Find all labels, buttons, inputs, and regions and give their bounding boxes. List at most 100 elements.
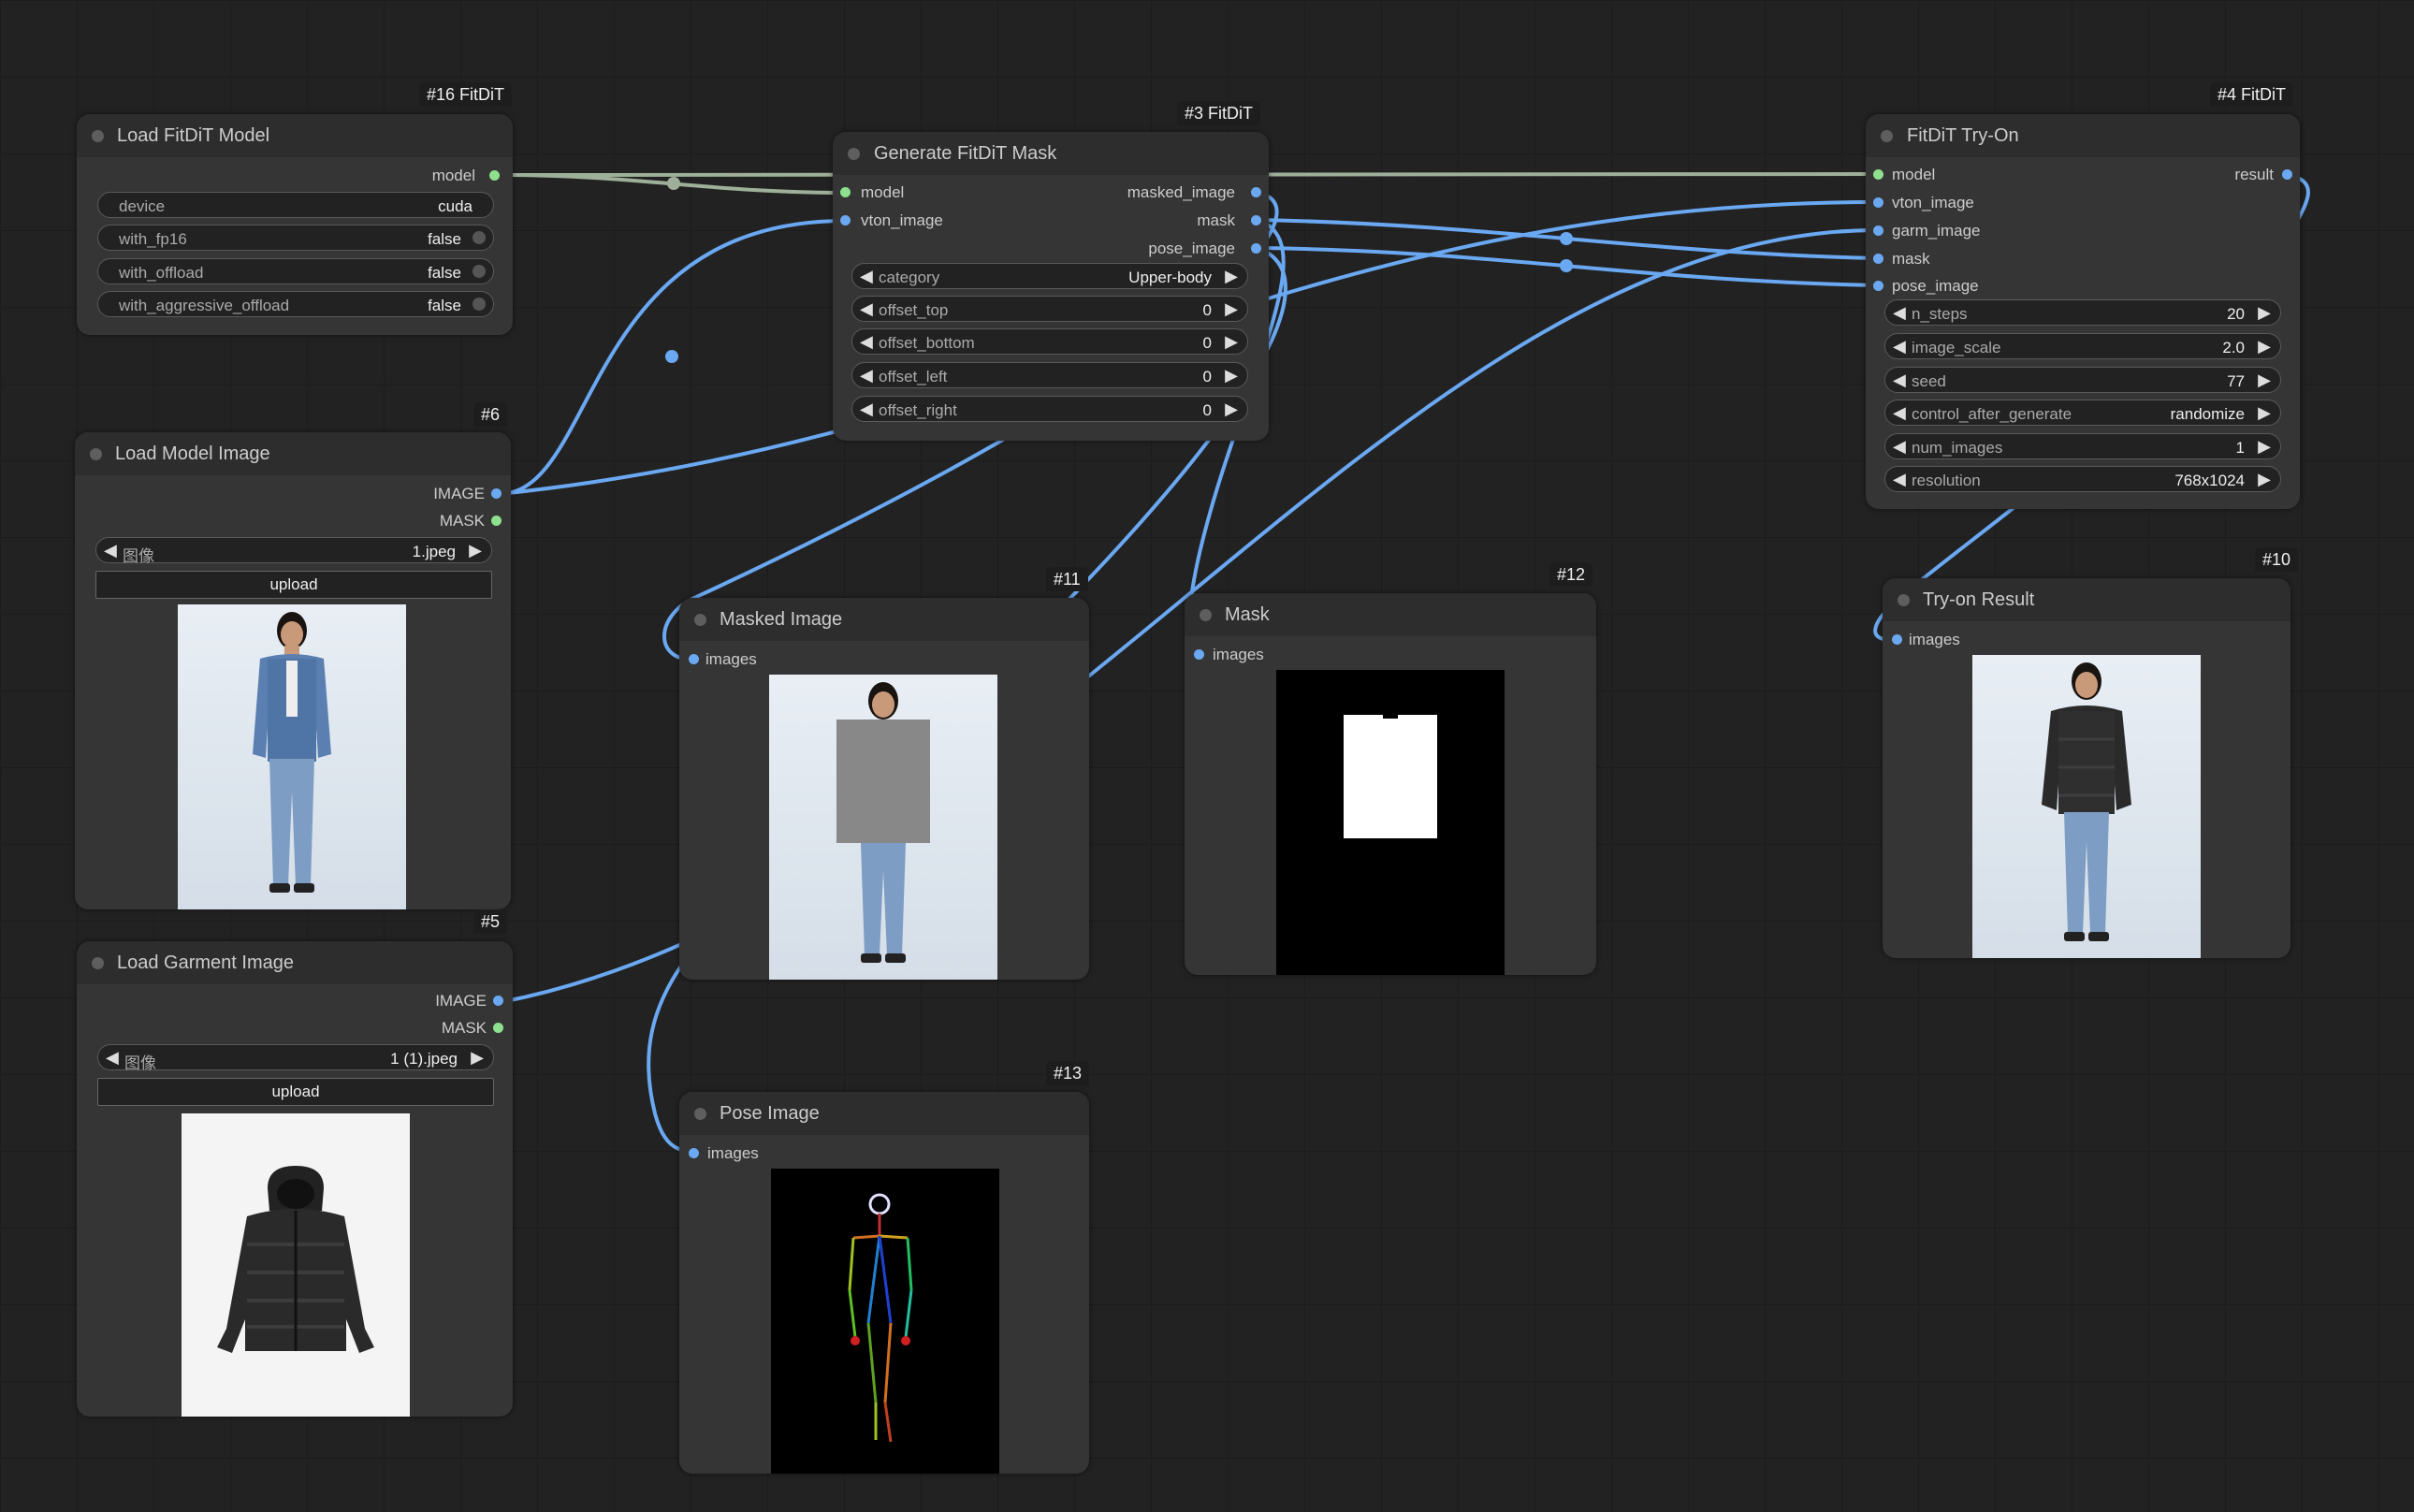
mask-preview-node[interactable]: Mask images [1185, 593, 1596, 975]
masked-person-icon [836, 682, 930, 963]
output-slot-mask[interactable] [1251, 215, 1261, 225]
number-offset-left[interactable]: ◀ offset_left 0 ▶ [851, 362, 1248, 388]
arrow-right-icon[interactable]: ▶ [2258, 303, 2271, 323]
arrow-right-icon[interactable]: ▶ [2258, 371, 2271, 390]
input-slot-garm-image[interactable] [1873, 225, 1883, 236]
collapse-dot-icon[interactable] [694, 614, 706, 626]
node-header[interactable]: FitDiT Try-On [1866, 114, 2300, 157]
number-offset-top[interactable]: ◀ offset_top 0 ▶ [851, 296, 1248, 322]
node-header[interactable]: Load FitDiT Model [77, 114, 513, 157]
collapse-dot-icon[interactable] [1898, 594, 1910, 606]
arrow-right-icon[interactable]: ▶ [471, 1048, 484, 1068]
input-slot-model[interactable] [840, 187, 851, 197]
output-slot-masked-image[interactable] [1251, 187, 1261, 197]
toggle-with-offload[interactable]: with_offload false [97, 258, 494, 284]
arrow-right-icon[interactable]: ▶ [2258, 470, 2271, 489]
arrow-left-icon[interactable]: ◀ [860, 299, 873, 319]
node-header[interactable]: Masked Image [679, 598, 1089, 641]
combo-control-after-generate[interactable]: ◀ control_after_generate randomize ▶ [1884, 400, 2281, 426]
arrow-left-icon[interactable]: ◀ [1893, 303, 1906, 323]
number-num-images[interactable]: ◀ num_images 1 ▶ [1884, 433, 2281, 459]
node-header[interactable]: Pose Image [679, 1092, 1089, 1135]
upload-button[interactable]: upload [95, 571, 492, 599]
arrow-left-icon[interactable]: ◀ [860, 400, 873, 419]
collapse-dot-icon[interactable] [848, 148, 860, 160]
input-slot-vton-image[interactable] [840, 215, 851, 225]
generate-fitdit-mask-node[interactable]: Generate FitDiT Mask model vton_image ma… [833, 132, 1269, 441]
input-label-images: images [707, 1144, 759, 1162]
node-id-badge: #12 [1549, 562, 1593, 587]
output-slot-mask[interactable] [491, 516, 502, 526]
node-header[interactable]: Generate FitDiT Mask [833, 132, 1269, 175]
combo-image-file[interactable]: ◀ 图像 1.jpeg ▶ [95, 537, 492, 565]
pose-image-preview-node[interactable]: Pose Image images [679, 1092, 1089, 1474]
arrow-right-icon[interactable]: ▶ [1225, 299, 1238, 319]
output-slot-model[interactable] [489, 170, 500, 181]
input-slot-images[interactable] [1194, 649, 1204, 660]
widget-device[interactable]: device cuda [97, 192, 494, 218]
arrow-left-icon[interactable]: ◀ [1893, 403, 1906, 423]
combo-category[interactable]: ◀ category Upper-body ▶ [851, 263, 1248, 289]
arrow-left-icon[interactable]: ◀ [1893, 337, 1906, 356]
input-slot-images[interactable] [689, 654, 699, 664]
masked-image-preview-node[interactable]: Masked Image images [679, 598, 1089, 980]
input-slot-model[interactable] [1873, 169, 1883, 180]
tryon-result-preview-node[interactable]: Try-on Result images [1883, 578, 2290, 958]
load-garment-image-node[interactable]: Load Garment Image IMAGE MASK ◀ 图像 1 (1)… [77, 941, 513, 1417]
output-slot-result[interactable] [2282, 169, 2292, 180]
number-seed[interactable]: ◀ seed 77 ▶ [1884, 367, 2281, 393]
arrow-left-icon[interactable]: ◀ [860, 332, 873, 352]
node-title: Try-on Result [1923, 589, 2035, 610]
output-label-mask: MASK [439, 512, 485, 530]
input-slot-vton-image[interactable] [1873, 197, 1883, 208]
input-slot-images[interactable] [689, 1148, 699, 1158]
fitdit-tryon-node[interactable]: FitDiT Try-On model vton_image garm_imag… [1866, 114, 2300, 509]
arrow-right-icon[interactable]: ▶ [1225, 366, 1238, 385]
arrow-left-icon[interactable]: ◀ [1893, 437, 1906, 457]
output-slot-pose-image[interactable] [1251, 243, 1261, 254]
number-offset-bottom[interactable]: ◀ offset_bottom 0 ▶ [851, 328, 1248, 355]
toggle-with-aggressive-offload[interactable]: with_aggressive_offload false [97, 291, 494, 317]
arrow-right-icon[interactable]: ▶ [469, 541, 482, 560]
collapse-dot-icon[interactable] [92, 130, 104, 142]
arrow-right-icon[interactable]: ▶ [1225, 267, 1238, 286]
node-header[interactable]: Load Model Image [75, 432, 511, 475]
collapse-dot-icon[interactable] [92, 957, 104, 969]
load-fitdit-model-node[interactable]: Load FitDiT Model model device cuda with… [77, 114, 513, 335]
number-n-steps[interactable]: ◀ n_steps 20 ▶ [1884, 299, 2281, 326]
node-header[interactable]: Load Garment Image [77, 941, 513, 984]
arrow-left-icon[interactable]: ◀ [106, 1048, 119, 1068]
load-model-image-node[interactable]: Load Model Image IMAGE MASK ◀ 图像 1.jpeg … [75, 432, 511, 909]
input-label-vton-image: vton_image [1892, 194, 1974, 211]
arrow-left-icon[interactable]: ◀ [860, 267, 873, 286]
arrow-right-icon[interactable]: ▶ [1225, 332, 1238, 352]
toggle-with-fp16[interactable]: with_fp16 false [97, 225, 494, 251]
output-slot-mask[interactable] [493, 1023, 503, 1033]
node-header[interactable]: Try-on Result [1883, 578, 2290, 621]
combo-image-file[interactable]: ◀ 图像 1 (1).jpeg ▶ [97, 1044, 494, 1072]
output-slot-image[interactable] [493, 996, 503, 1006]
arrow-left-icon[interactable]: ◀ [1893, 470, 1906, 489]
upload-button[interactable]: upload [97, 1078, 494, 1106]
number-offset-right[interactable]: ◀ offset_right 0 ▶ [851, 396, 1248, 422]
input-slot-mask[interactable] [1873, 254, 1883, 264]
arrow-right-icon[interactable]: ▶ [1225, 400, 1238, 419]
combo-resolution[interactable]: ◀ resolution 768x1024 ▶ [1884, 466, 2281, 492]
arrow-right-icon[interactable]: ▶ [2258, 403, 2271, 423]
arrow-left-icon[interactable]: ◀ [1893, 371, 1906, 390]
toggle-knob-icon [473, 231, 486, 244]
output-slot-image[interactable] [491, 488, 502, 499]
arrow-left-icon[interactable]: ◀ [104, 541, 117, 560]
number-image-scale[interactable]: ◀ image_scale 2.0 ▶ [1884, 333, 2281, 359]
collapse-dot-icon[interactable] [1881, 130, 1893, 142]
arrow-right-icon[interactable]: ▶ [2258, 337, 2271, 356]
arrow-right-icon[interactable]: ▶ [2258, 437, 2271, 457]
input-slot-pose-image[interactable] [1873, 281, 1883, 291]
node-header[interactable]: Mask [1185, 593, 1596, 636]
input-slot-images[interactable] [1892, 634, 1902, 645]
mask-image-output [1276, 670, 1505, 975]
collapse-dot-icon[interactable] [90, 448, 102, 460]
collapse-dot-icon[interactable] [1200, 609, 1212, 621]
arrow-left-icon[interactable]: ◀ [860, 366, 873, 385]
collapse-dot-icon[interactable] [694, 1108, 706, 1120]
